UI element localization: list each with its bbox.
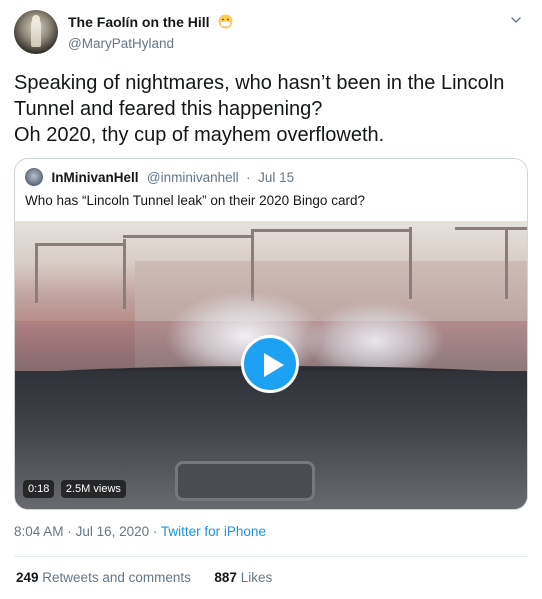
likes-count: 887: [214, 570, 237, 585]
video-meta: 0:18 2.5M views: [23, 479, 128, 499]
video-frame-railing: [35, 243, 38, 303]
divider: [14, 556, 528, 557]
video-frame-railing: [35, 243, 125, 246]
author-handle[interactable]: @MaryPatHyland: [68, 36, 233, 51]
play-button[interactable]: [241, 335, 299, 393]
timestamp-separator: ·: [67, 524, 72, 539]
likes-stat[interactable]: 887 Likes: [214, 570, 272, 585]
video-duration: 0:18: [23, 480, 55, 498]
chevron-down-icon[interactable]: [508, 12, 524, 28]
author-display-name[interactable]: The Faolín on the Hill: [68, 14, 210, 30]
tweet-text: Speaking of nightmares, who hasn’t been …: [14, 70, 530, 148]
video-frame-railing: [409, 227, 412, 299]
author-block[interactable]: The Faolín on the Hill @MaryPatHyland: [68, 13, 233, 51]
tweet-timestamp: 8:04 AM · Jul 16, 2020 · Twitter for iPh…: [14, 524, 266, 539]
quoted-tweet-header: InMinivanHell @inminivanhell · Jul 15: [25, 168, 294, 186]
likes-label: Likes: [240, 570, 273, 585]
tweet: The Faolín on the Hill @MaryPatHyland Sp…: [0, 0, 542, 599]
tweet-time[interactable]: 8:04 AM: [14, 524, 64, 539]
video-frame-vent: [175, 461, 315, 501]
tweet-source-link[interactable]: Twitter for iPhone: [161, 524, 266, 539]
quoted-date: Jul 15: [258, 169, 295, 185]
video-frame-railing: [505, 227, 508, 299]
tweet-text-line: Tunnel and feared this happening?: [14, 98, 323, 120]
retweets-count: 249: [16, 570, 39, 585]
avatar-figure: [31, 19, 41, 47]
video-player[interactable]: 0:18 2.5M views: [15, 221, 527, 509]
tweet-text-line: Oh 2020, thy cup of mayhem overfloweth.: [14, 124, 385, 146]
tweet-stats: 249 Retweets and comments 887 Likes: [16, 570, 272, 585]
avatar[interactable]: [14, 10, 58, 54]
play-icon: [264, 353, 284, 377]
video-frame-railing: [123, 239, 126, 309]
video-frame-railing: [455, 227, 527, 230]
face-with-medical-mask-icon: [218, 14, 233, 29]
timestamp-separator: ·: [152, 524, 158, 539]
quoted-avatar: [25, 168, 43, 186]
video-views: 2.5M views: [60, 480, 126, 498]
retweets-stat[interactable]: 249 Retweets and comments: [16, 570, 195, 585]
tweet-date[interactable]: Jul 16, 2020: [76, 524, 150, 539]
quoted-separator: ·: [246, 169, 251, 185]
quoted-tweet[interactable]: InMinivanHell @inminivanhell · Jul 15 Wh…: [14, 158, 528, 510]
quoted-display-name: InMinivanHell: [51, 169, 139, 185]
tweet-header: The Faolín on the Hill @MaryPatHyland: [14, 10, 530, 56]
video-frame-railing: [251, 229, 411, 232]
retweets-label: Retweets and comments: [42, 570, 191, 585]
tweet-text-line: Speaking of nightmares, who hasn’t been …: [14, 72, 505, 94]
quoted-handle: @inminivanhell: [146, 169, 239, 185]
quoted-tweet-text: Who has “Lincoln Tunnel leak” on their 2…: [25, 193, 365, 208]
video-frame-railing: [123, 235, 253, 238]
